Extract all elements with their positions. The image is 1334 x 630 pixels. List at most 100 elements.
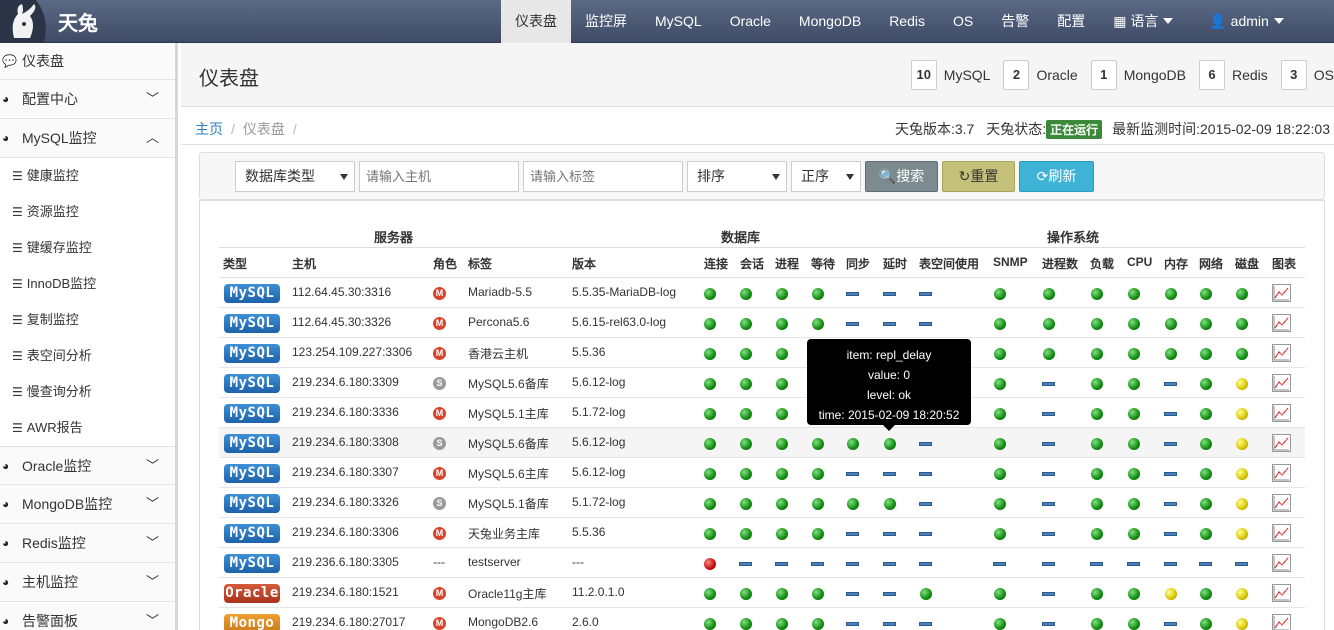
chart-icon[interactable] [1272, 434, 1291, 452]
status-ok-icon[interactable] [704, 438, 716, 450]
status-ok-icon[interactable] [1200, 378, 1212, 390]
sidebar-sub-health[interactable]: ☰ 健康监控 [0, 158, 175, 194]
nav-mysql[interactable]: MySQL [641, 0, 716, 43]
sort-select[interactable]: 排序 [687, 161, 787, 192]
status-ok-icon[interactable] [812, 468, 824, 480]
table-row[interactable]: MySQL 219.234.6.180:3336 M MySQL5.1主库 5.1.72… [219, 398, 1305, 428]
status-ok-icon[interactable] [740, 438, 752, 450]
status-dash-icon[interactable] [1164, 382, 1177, 386]
chart-icon[interactable] [1272, 554, 1291, 572]
status-dash-icon[interactable] [1164, 412, 1177, 416]
status-ok-icon[interactable] [740, 408, 752, 420]
status-dash-icon[interactable] [1042, 412, 1055, 416]
status-ok-icon[interactable] [1043, 318, 1055, 330]
status-ok-icon[interactable] [740, 528, 752, 540]
status-ok-icon[interactable] [704, 408, 716, 420]
search-button[interactable]: 🔍搜索 [865, 161, 938, 192]
table-row[interactable]: Mongo 219.234.6.180:27017 M MongoDB2.6 2.6.0 [219, 608, 1305, 630]
status-ok-icon[interactable] [1200, 318, 1212, 330]
status-ok-icon[interactable] [1091, 288, 1103, 300]
count-mongodb[interactable]: 1 MongoDB [1090, 60, 1186, 90]
status-warn-icon[interactable] [1236, 438, 1248, 450]
status-ok-icon[interactable] [994, 288, 1006, 300]
sidebar-sub-keycache[interactable]: ☰ 键缓存监控 [0, 230, 175, 266]
status-ok-icon[interactable] [740, 498, 752, 510]
status-ok-icon[interactable] [920, 588, 932, 600]
status-ok-icon[interactable] [740, 378, 752, 390]
sidebar-sub-innodb[interactable]: ☰ InnoDB监控 [0, 266, 175, 302]
chart-icon[interactable] [1272, 374, 1291, 392]
sidebar-item-mongodb[interactable]: ◕ MongoDB监控 ﹀ [0, 485, 175, 524]
nav-redis[interactable]: Redis [875, 0, 939, 43]
status-warn-icon[interactable] [1236, 498, 1248, 510]
status-ok-icon[interactable] [1128, 438, 1140, 450]
status-dash-icon[interactable] [846, 472, 859, 476]
sidebar-sub-tablespace[interactable]: ☰ 表空间分析 [0, 338, 175, 374]
status-ok-icon[interactable] [1200, 408, 1212, 420]
host-input[interactable] [359, 161, 519, 192]
status-ok-icon[interactable] [812, 288, 824, 300]
status-dash-icon[interactable] [1127, 562, 1140, 566]
status-ok-icon[interactable] [1091, 378, 1103, 390]
status-ok-icon[interactable] [1128, 498, 1140, 510]
chart-icon[interactable] [1272, 344, 1291, 362]
status-dash-icon[interactable] [883, 592, 896, 596]
status-ok-icon[interactable] [1043, 348, 1055, 360]
status-ok-icon[interactable] [1200, 288, 1212, 300]
nav-oracle[interactable]: Oracle [716, 0, 785, 43]
status-err-icon[interactable] [704, 558, 716, 570]
sidebar-item-mysql[interactable]: ◕ MySQL监控 ︿ [0, 119, 175, 158]
status-ok-icon[interactable] [740, 318, 752, 330]
sidebar-item-config[interactable]: ◕ 配置中心 ﹀ [0, 80, 175, 119]
status-ok-icon[interactable] [994, 498, 1006, 510]
sidebar-item-alarm[interactable]: ◕ 告警面板 ﹀ [0, 602, 175, 630]
status-ok-icon[interactable] [994, 468, 1006, 480]
status-dash-icon[interactable] [919, 472, 932, 476]
status-ok-icon[interactable] [1091, 468, 1103, 480]
status-ok-icon[interactable] [1236, 348, 1248, 360]
count-mysql[interactable]: 10 MySQL [910, 60, 990, 90]
status-dash-icon[interactable] [919, 502, 932, 506]
status-dash-icon[interactable] [811, 562, 824, 566]
status-dash-icon[interactable] [846, 292, 859, 296]
status-ok-icon[interactable] [740, 468, 752, 480]
chart-icon[interactable] [1272, 314, 1291, 332]
sidebar-item-host[interactable]: ◕ 主机监控 ﹀ [0, 563, 175, 602]
status-ok-icon[interactable] [1128, 618, 1140, 630]
status-ok-icon[interactable] [776, 528, 788, 540]
status-ok-icon[interactable] [1200, 618, 1212, 630]
nav-os[interactable]: OS [939, 0, 987, 43]
chart-icon[interactable] [1272, 464, 1291, 482]
status-ok-icon[interactable] [994, 318, 1006, 330]
status-ok-icon[interactable] [704, 348, 716, 360]
status-ok-icon[interactable] [1128, 408, 1140, 420]
chart-icon[interactable] [1272, 284, 1291, 302]
status-dash-icon[interactable] [919, 442, 932, 446]
status-ok-icon[interactable] [1128, 288, 1140, 300]
count-redis[interactable]: 6 Redis [1198, 60, 1268, 90]
tag-input[interactable] [523, 161, 683, 192]
status-dash-icon[interactable] [883, 322, 896, 326]
status-ok-icon[interactable] [1200, 348, 1212, 360]
status-dash-icon[interactable] [1042, 592, 1055, 596]
table-row[interactable]: Oracle 219.234.6.180:1521 M Oracle11g主库 11.2… [219, 578, 1305, 608]
status-ok-icon[interactable] [1128, 468, 1140, 480]
status-ok-icon[interactable] [1091, 438, 1103, 450]
table-row[interactable]: MySQL 219.236.6.180:3305 --- testserver --- [219, 548, 1305, 578]
status-ok-icon[interactable] [1236, 318, 1248, 330]
status-dash-icon[interactable] [883, 472, 896, 476]
status-dash-icon[interactable] [1164, 442, 1177, 446]
status-ok-icon[interactable] [994, 408, 1006, 420]
status-ok-icon[interactable] [994, 348, 1006, 360]
nav-config[interactable]: 配置 [1043, 0, 1099, 43]
sidebar-sub-replication[interactable]: ☰ 复制监控 [0, 302, 175, 338]
status-dash-icon[interactable] [993, 562, 1006, 566]
sidebar-sub-slowquery[interactable]: ☰ 慢查询分析 [0, 374, 175, 410]
language-dropdown[interactable]: ▦ 语言 [1099, 0, 1187, 43]
nav-alarm[interactable]: 告警 [987, 0, 1043, 43]
sidebar-item-oracle[interactable]: ◕ Oracle监控 ﹀ [0, 446, 175, 485]
status-ok-icon[interactable] [1128, 348, 1140, 360]
nav-mongodb[interactable]: MongoDB [785, 0, 875, 43]
status-ok-icon[interactable] [1091, 408, 1103, 420]
sidebar-item-dashboard[interactable]: 💬 仪表盘 [0, 43, 175, 80]
